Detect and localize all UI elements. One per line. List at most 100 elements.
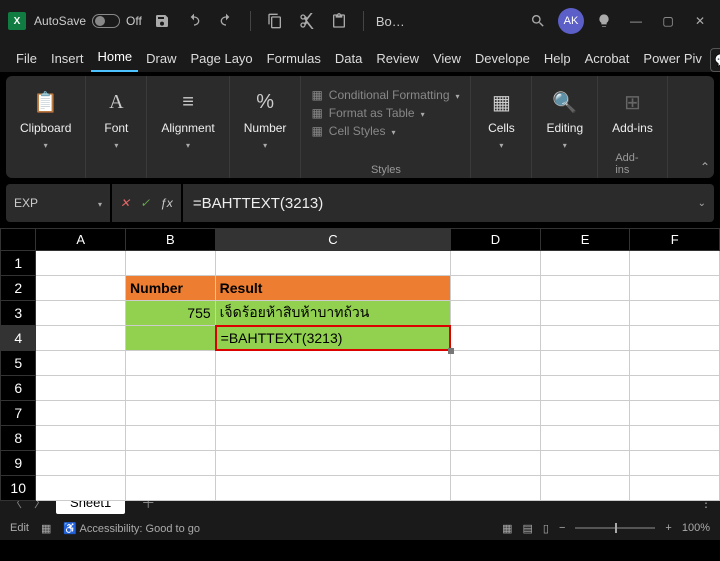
cut-icon[interactable] — [295, 9, 319, 33]
row-header[interactable]: 8 — [1, 426, 36, 451]
tab-formulas[interactable]: Formulas — [261, 45, 327, 72]
tab-powerpivot[interactable]: Power Piv — [637, 45, 708, 72]
formula-bar-row: EXP ▾ ✕ ✓ ƒx =BAHTTEXT(3213) ⌄ — [6, 184, 714, 222]
tab-home[interactable]: Home — [91, 43, 138, 72]
tab-data[interactable]: Data — [329, 45, 368, 72]
status-bar: Edit ▦ ♿ Accessibility: Good to go ▦ ▤ ▯… — [0, 516, 720, 540]
search-icon[interactable] — [526, 9, 550, 33]
ribbon: 📋 Clipboard ▾ A Font ▾ ≡ Alignment ▾ % N… — [6, 76, 714, 178]
tab-pagelayout[interactable]: Page Layo — [185, 45, 259, 72]
copy-icon[interactable] — [263, 9, 287, 33]
accept-formula-icon[interactable]: ✓ — [140, 196, 150, 210]
chevron-down-icon: ▾ — [114, 141, 118, 150]
expand-formula-icon[interactable]: ⌄ — [698, 198, 706, 209]
format-as-table-button[interactable]: ▦Format as Table ▾ — [311, 106, 459, 120]
clipboard-button[interactable]: 📋 Clipboard ▾ — [16, 84, 75, 152]
tab-review[interactable]: Review — [370, 45, 425, 72]
number-button[interactable]: % Number ▾ — [240, 84, 291, 152]
paste-icon[interactable] — [327, 9, 351, 33]
row-header[interactable]: 1 — [1, 251, 36, 276]
tab-acrobat[interactable]: Acrobat — [579, 45, 636, 72]
user-avatar[interactable]: AK — [558, 8, 584, 34]
view-pagelayout-icon[interactable]: ▤ — [523, 522, 533, 535]
status-mode: Edit — [10, 522, 29, 534]
minimize-icon[interactable]: — — [624, 9, 648, 33]
save-icon[interactable] — [150, 9, 174, 33]
zoom-in-icon[interactable]: + — [665, 522, 671, 534]
cell-b2[interactable]: Number — [126, 276, 216, 301]
stats-icon[interactable]: ▦ — [41, 522, 51, 535]
col-header-e[interactable]: E — [540, 229, 630, 251]
row-header[interactable]: 7 — [1, 401, 36, 426]
redo-icon[interactable] — [214, 9, 238, 33]
undo-icon[interactable] — [182, 9, 206, 33]
conditional-formatting-button[interactable]: ▦Conditional Formatting ▾ — [311, 88, 459, 102]
col-header-d[interactable]: D — [451, 229, 541, 251]
col-header-c[interactable]: C — [215, 229, 450, 251]
formula-controls: ✕ ✓ ƒx — [112, 184, 181, 222]
row-header[interactable]: 9 — [1, 451, 36, 476]
autosave-toggle[interactable]: AutoSave Off — [34, 14, 142, 28]
autosave-state: Off — [126, 14, 142, 28]
col-header-f[interactable]: F — [630, 229, 720, 251]
alignment-button[interactable]: ≡ Alignment ▾ — [157, 84, 218, 152]
accessibility-status[interactable]: ♿ Accessibility: Good to go — [63, 522, 200, 535]
chevron-down-icon: ▾ — [563, 141, 567, 150]
formula-bar[interactable]: =BAHTTEXT(3213) ⌄ — [183, 184, 714, 222]
cell-b3[interactable]: 755 — [126, 301, 216, 326]
chevron-down-icon: ▾ — [499, 141, 503, 150]
chevron-down-icon: ▾ — [186, 141, 190, 150]
col-header-a[interactable]: A — [36, 229, 126, 251]
name-box[interactable]: EXP ▾ — [6, 184, 110, 222]
collapse-ribbon-icon[interactable]: ⌃ — [700, 160, 710, 174]
zoom-out-icon[interactable]: − — [559, 522, 565, 534]
cell-styles-button[interactable]: ▦Cell Styles ▾ — [311, 124, 459, 138]
autosave-label: AutoSave — [34, 14, 86, 28]
chevron-down-icon: ▾ — [44, 141, 48, 150]
row-header[interactable]: 10 — [1, 476, 36, 501]
fx-icon[interactable]: ƒx — [160, 196, 173, 210]
view-normal-icon[interactable]: ▦ — [502, 522, 512, 535]
close-icon[interactable]: ✕ — [688, 9, 712, 33]
row-header[interactable]: 5 — [1, 351, 36, 376]
tab-draw[interactable]: Draw — [140, 45, 182, 72]
addins-icon: ⊞ — [616, 86, 648, 118]
row-header[interactable]: 4 — [1, 326, 36, 351]
excel-app-icon: X — [8, 12, 26, 30]
row-header[interactable]: 6 — [1, 376, 36, 401]
zoom-slider[interactable] — [575, 527, 655, 529]
editing-button[interactable]: 🔍 Editing ▾ — [542, 84, 587, 152]
cancel-formula-icon[interactable]: ✕ — [120, 196, 130, 210]
tab-developer[interactable]: Develope — [469, 45, 536, 72]
row-header[interactable]: 2 — [1, 276, 36, 301]
font-icon: A — [100, 86, 132, 118]
row-header[interactable]: 3 — [1, 301, 36, 326]
spreadsheet-grid[interactable]: A B C D E F 1 2 Number Result 3 755 เจ็ด… — [0, 228, 720, 488]
lightbulb-icon[interactable] — [592, 9, 616, 33]
percent-icon: % — [249, 86, 281, 118]
cell-b4[interactable] — [126, 326, 216, 351]
table-icon: ▦ — [311, 106, 322, 120]
comments-icon[interactable]: 💬 — [710, 48, 720, 72]
cell-c4-editing[interactable]: =BAHTTEXT(3213) — [215, 326, 450, 351]
select-all-corner[interactable] — [1, 229, 36, 251]
clipboard-icon: 📋 — [30, 86, 62, 118]
maximize-icon[interactable]: ▢ — [656, 9, 680, 33]
view-pagebreak-icon[interactable]: ▯ — [543, 522, 549, 535]
addins-group-label: Add-ins — [615, 152, 649, 176]
styles-group-label: Styles — [371, 164, 401, 176]
chevron-down-icon[interactable]: ▾ — [98, 200, 102, 209]
tab-help[interactable]: Help — [538, 45, 577, 72]
addins-button[interactable]: ⊞ Add-ins — [608, 84, 657, 137]
col-header-b[interactable]: B — [126, 229, 216, 251]
tab-view[interactable]: View — [427, 45, 467, 72]
toggle-off-icon[interactable] — [92, 14, 120, 28]
fill-handle[interactable] — [448, 348, 454, 354]
tab-insert[interactable]: Insert — [45, 45, 90, 72]
font-button[interactable]: A Font ▾ — [96, 84, 136, 152]
cell-c2[interactable]: Result — [215, 276, 450, 301]
cells-button[interactable]: ▦ Cells ▾ — [481, 84, 521, 152]
cell-c3[interactable]: เจ็ดร้อยห้าสิบห้าบาทถ้วน — [215, 301, 450, 326]
tab-file[interactable]: File — [10, 45, 43, 72]
zoom-level[interactable]: 100% — [682, 522, 710, 534]
